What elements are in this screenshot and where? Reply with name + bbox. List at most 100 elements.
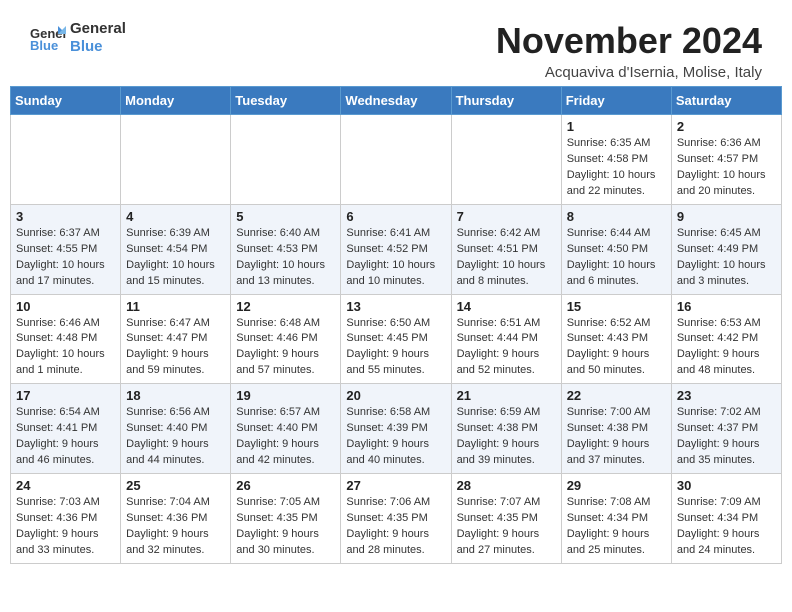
day-info: Sunrise: 6:42 AMSunset: 4:51 PMDaylight:…	[457, 226, 556, 290]
day-number: 19	[236, 388, 335, 403]
day-number: 6	[346, 209, 445, 224]
calendar-cell: 7Sunrise: 6:42 AMSunset: 4:51 PMDaylight…	[451, 204, 561, 294]
day-number: 4	[126, 209, 225, 224]
day-info: Sunrise: 6:36 AMSunset: 4:57 PMDaylight:…	[677, 136, 776, 200]
day-info: Sunrise: 6:51 AMSunset: 4:44 PMDaylight:…	[457, 316, 556, 380]
month-title: November 2024	[496, 20, 762, 62]
weekday-header: Thursday	[451, 87, 561, 115]
day-info: Sunrise: 6:54 AMSunset: 4:41 PMDaylight:…	[16, 405, 115, 469]
day-number: 28	[457, 478, 556, 493]
calendar-cell	[11, 115, 121, 205]
calendar-cell: 28Sunrise: 7:07 AMSunset: 4:35 PMDayligh…	[451, 474, 561, 564]
day-info: Sunrise: 6:50 AMSunset: 4:45 PMDaylight:…	[346, 316, 445, 380]
calendar-cell: 23 Sunrise: 7:02 AMSunset: 4:37 PMDayligh…	[671, 384, 781, 474]
day-info: Sunrise: 6:41 AMSunset: 4:52 PMDaylight:…	[346, 226, 445, 290]
day-number: 27	[346, 478, 445, 493]
day-info: Sunrise: 6:58 AMSunset: 4:39 PMDaylight:…	[346, 405, 445, 469]
calendar-cell: 26 Sunrise: 7:05 AMSunset: 4:35 PMDayligh…	[231, 474, 341, 564]
day-info: Sunrise: 6:57 AMSunset: 4:40 PMDaylight:…	[236, 405, 335, 469]
calendar-wrapper: SundayMondayTuesdayWednesdayThursdayFrid…	[0, 86, 792, 574]
logo-line2: Blue	[70, 38, 126, 56]
calendar-cell: 13 Sunrise: 6:50 AMSunset: 4:45 PMDayligh…	[341, 294, 451, 384]
day-info: Sunrise: 6:44 AMSunset: 4:50 PMDaylight:…	[567, 226, 666, 290]
day-number: 20	[346, 388, 445, 403]
calendar-cell: 22Sunrise: 7:00 AMSunset: 4:38 PMDayligh…	[561, 384, 671, 474]
calendar-cell: 14 Sunrise: 6:51 AMSunset: 4:44 PMDayligh…	[451, 294, 561, 384]
day-number: 1	[567, 119, 666, 134]
calendar-table: SundayMondayTuesdayWednesdayThursdayFrid…	[10, 86, 782, 564]
calendar-cell: 24 Sunrise: 7:03 AMSunset: 4:36 PMDayligh…	[11, 474, 121, 564]
calendar-cell: 8Sunrise: 6:44 AMSunset: 4:50 PMDaylight…	[561, 204, 671, 294]
day-number: 26	[236, 478, 335, 493]
calendar-cell: 6 Sunrise: 6:41 AMSunset: 4:52 PMDaylight…	[341, 204, 451, 294]
day-info: Sunrise: 6:48 AMSunset: 4:46 PMDaylight:…	[236, 316, 335, 380]
calendar-cell: 27 Sunrise: 7:06 AMSunset: 4:35 PMDayligh…	[341, 474, 451, 564]
calendar-cell: 12 Sunrise: 6:48 AMSunset: 4:46 PMDayligh…	[231, 294, 341, 384]
day-number: 23	[677, 388, 776, 403]
calendar-cell	[121, 115, 231, 205]
weekday-header: Tuesday	[231, 87, 341, 115]
calendar-cell: 3 Sunrise: 6:37 AMSunset: 4:55 PMDaylight…	[11, 204, 121, 294]
calendar-cell: 17 Sunrise: 6:54 AMSunset: 4:41 PMDayligh…	[11, 384, 121, 474]
calendar-cell: 11Sunrise: 6:47 AMSunset: 4:47 PMDayligh…	[121, 294, 231, 384]
weekday-header: Saturday	[671, 87, 781, 115]
day-number: 13	[346, 299, 445, 314]
calendar-cell: 9Sunrise: 6:45 AMSunset: 4:49 PMDaylight…	[671, 204, 781, 294]
day-info: Sunrise: 6:40 AMSunset: 4:53 PMDaylight:…	[236, 226, 335, 290]
calendar-cell	[451, 115, 561, 205]
calendar-cell: 21 Sunrise: 6:59 AMSunset: 4:38 PMDayligh…	[451, 384, 561, 474]
day-number: 2	[677, 119, 776, 134]
day-info: Sunrise: 6:59 AMSunset: 4:38 PMDaylight:…	[457, 405, 556, 469]
day-number: 17	[16, 388, 115, 403]
calendar-cell: 4Sunrise: 6:39 AMSunset: 4:54 PMDaylight…	[121, 204, 231, 294]
day-number: 5	[236, 209, 335, 224]
calendar-cell	[341, 115, 451, 205]
day-number: 30	[677, 478, 776, 493]
weekday-header: Friday	[561, 87, 671, 115]
calendar-cell: 2 Sunrise: 6:36 AMSunset: 4:57 PMDaylight…	[671, 115, 781, 205]
day-number: 15	[567, 299, 666, 314]
calendar-cell	[231, 115, 341, 205]
calendar-cell: 19 Sunrise: 6:57 AMSunset: 4:40 PMDayligh…	[231, 384, 341, 474]
day-info: Sunrise: 6:53 AMSunset: 4:42 PMDaylight:…	[677, 316, 776, 380]
calendar-cell: 29 Sunrise: 7:08 AMSunset: 4:34 PMDayligh…	[561, 474, 671, 564]
day-number: 16	[677, 299, 776, 314]
day-number: 9	[677, 209, 776, 224]
day-number: 25	[126, 478, 225, 493]
day-info: Sunrise: 7:02 AMSunset: 4:37 PMDaylight:…	[677, 405, 776, 469]
day-number: 12	[236, 299, 335, 314]
day-number: 14	[457, 299, 556, 314]
day-number: 21	[457, 388, 556, 403]
day-number: 3	[16, 209, 115, 224]
day-info: Sunrise: 7:05 AMSunset: 4:35 PMDaylight:…	[236, 495, 335, 559]
day-info: Sunrise: 6:35 AMSunset: 4:58 PMDaylight:…	[567, 136, 666, 200]
calendar-cell: 1 Sunrise: 6:35 AMSunset: 4:58 PMDaylight…	[561, 115, 671, 205]
day-info: Sunrise: 6:37 AMSunset: 4:55 PMDaylight:…	[16, 226, 115, 290]
day-info: Sunrise: 7:06 AMSunset: 4:35 PMDaylight:…	[346, 495, 445, 559]
logo-icon: General Blue	[30, 24, 66, 52]
logo-line1: General	[70, 20, 126, 38]
weekday-header: Sunday	[11, 87, 121, 115]
weekday-header: Monday	[121, 87, 231, 115]
day-info: Sunrise: 7:03 AMSunset: 4:36 PMDaylight:…	[16, 495, 115, 559]
calendar-cell: 20 Sunrise: 6:58 AMSunset: 4:39 PMDayligh…	[341, 384, 451, 474]
calendar-cell: 5 Sunrise: 6:40 AMSunset: 4:53 PMDaylight…	[231, 204, 341, 294]
day-number: 24	[16, 478, 115, 493]
day-info: Sunrise: 6:52 AMSunset: 4:43 PMDaylight:…	[567, 316, 666, 380]
calendar-cell: 15 Sunrise: 6:52 AMSunset: 4:43 PMDayligh…	[561, 294, 671, 384]
page-header: General Blue General Blue November 2024 …	[0, 0, 792, 86]
day-info: Sunrise: 7:08 AMSunset: 4:34 PMDaylight:…	[567, 495, 666, 559]
day-number: 29	[567, 478, 666, 493]
calendar-header: SundayMondayTuesdayWednesdayThursdayFrid…	[11, 87, 782, 115]
day-info: Sunrise: 6:56 AMSunset: 4:40 PMDaylight:…	[126, 405, 225, 469]
title-block: November 2024 Acquaviva d'Isernia, Molis…	[496, 20, 762, 81]
day-number: 10	[16, 299, 115, 314]
calendar-cell: 10Sunrise: 6:46 AMSunset: 4:48 PMDayligh…	[11, 294, 121, 384]
weekday-header: Wednesday	[341, 87, 451, 115]
svg-text:Blue: Blue	[30, 38, 58, 52]
calendar-cell: 30Sunrise: 7:09 AMSunset: 4:34 PMDayligh…	[671, 474, 781, 564]
location: Acquaviva d'Isernia, Molise, Italy	[496, 64, 762, 81]
calendar-cell: 18Sunrise: 6:56 AMSunset: 4:40 PMDayligh…	[121, 384, 231, 474]
day-number: 11	[126, 299, 225, 314]
calendar-cell: 25Sunrise: 7:04 AMSunset: 4:36 PMDayligh…	[121, 474, 231, 564]
